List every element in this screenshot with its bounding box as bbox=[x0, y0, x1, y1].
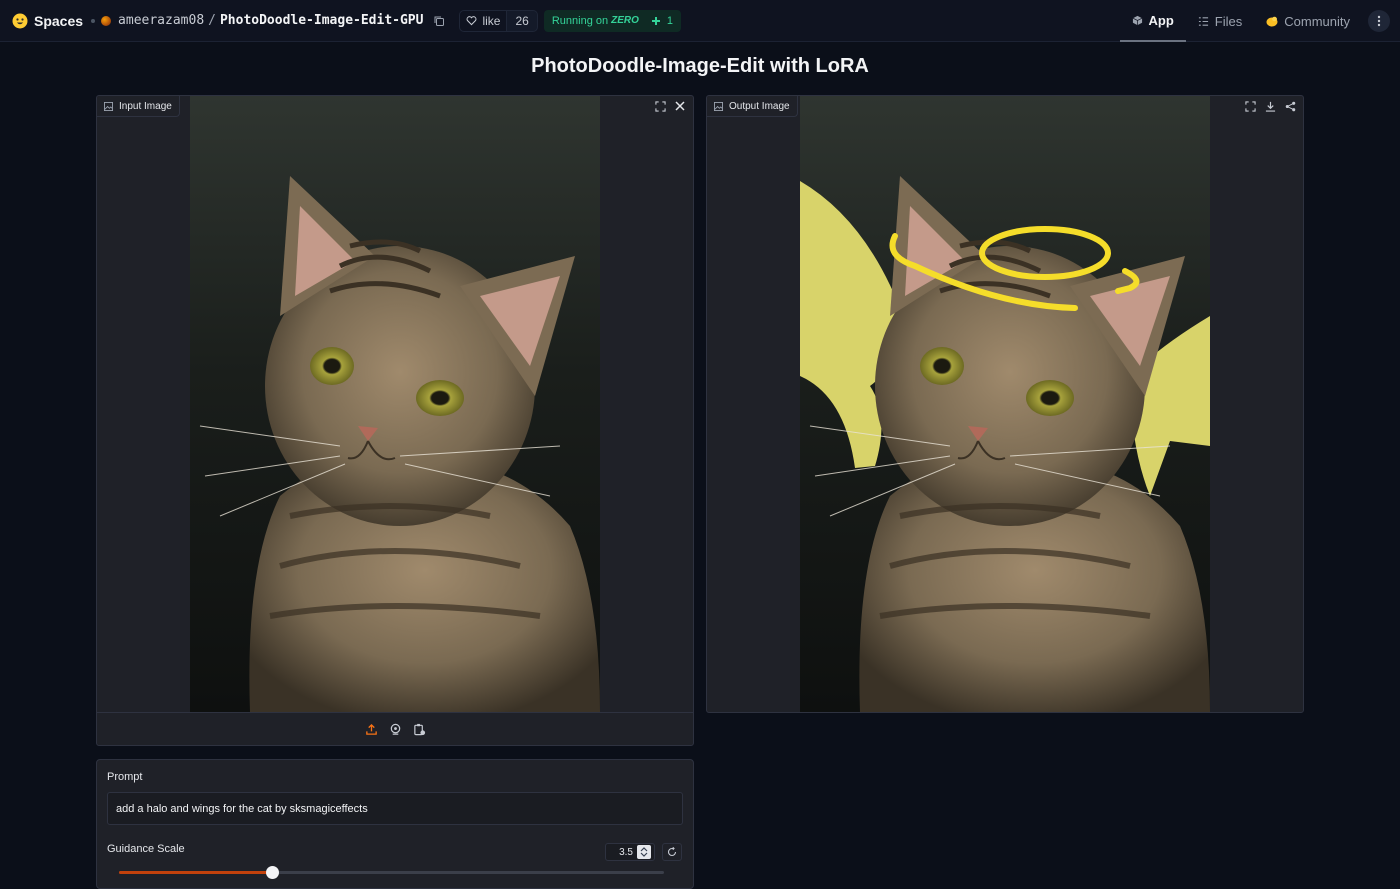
image-source-bar bbox=[97, 712, 693, 745]
tab-community-label: Community bbox=[1284, 13, 1350, 29]
tab-app[interactable]: App bbox=[1119, 0, 1186, 42]
huggingface-logo-icon bbox=[12, 13, 28, 28]
download-icon bbox=[1265, 101, 1275, 112]
clipboard-icon bbox=[413, 723, 425, 735]
fullscreen-button[interactable] bbox=[653, 99, 667, 113]
stepper-arrows-icon[interactable] bbox=[637, 845, 651, 859]
status-count: 1 bbox=[666, 14, 674, 27]
copy-icon[interactable] bbox=[433, 15, 445, 27]
repo-name-link[interactable]: PhotoDoodle-Image-Edit-GPU bbox=[220, 13, 424, 28]
separator-dot bbox=[91, 18, 96, 23]
prompt-label: Prompt bbox=[107, 771, 143, 783]
spaces-label: Spaces bbox=[34, 12, 84, 29]
like-button[interactable]: like bbox=[459, 9, 508, 32]
community-icon bbox=[1266, 16, 1278, 26]
share-icon bbox=[1285, 101, 1295, 111]
tab-app-label: App bbox=[1148, 12, 1174, 28]
cat-photo-edited bbox=[800, 176, 1210, 712]
repo-slash: / bbox=[208, 13, 216, 28]
download-button[interactable] bbox=[1263, 99, 1277, 113]
status-hardware-text: ZERO bbox=[611, 15, 639, 26]
cat-photo bbox=[199, 176, 600, 712]
files-list-icon bbox=[1198, 16, 1208, 26]
input-image-label-text: Input Image bbox=[119, 100, 172, 112]
plus-icon bbox=[651, 16, 660, 25]
fullscreen-icon bbox=[1244, 100, 1256, 112]
like-label: like bbox=[482, 13, 501, 28]
like-count[interactable]: 26 bbox=[507, 9, 538, 32]
upload-button[interactable] bbox=[364, 722, 378, 736]
guidance-scale-slider[interactable] bbox=[119, 866, 664, 879]
close-icon bbox=[675, 101, 685, 111]
status-running-text: Running on bbox=[551, 14, 609, 27]
guidance-scale-label: Guidance Scale bbox=[107, 843, 185, 855]
slider-thumb[interactable] bbox=[265, 866, 279, 879]
output-panel-tools bbox=[1243, 99, 1297, 113]
fullscreen-icon bbox=[654, 100, 666, 112]
clear-image-button[interactable] bbox=[673, 99, 687, 113]
page-title: PhotoDoodle-Image-Edit with LoRA bbox=[531, 55, 869, 77]
paste-button[interactable] bbox=[412, 722, 426, 736]
more-menu-button[interactable] bbox=[1368, 10, 1390, 32]
slider-fill bbox=[119, 871, 272, 874]
space-nav: App Files Community bbox=[1119, 0, 1400, 42]
image-icon bbox=[104, 101, 113, 111]
more-vertical-icon bbox=[1377, 15, 1381, 27]
status-badge[interactable]: Running on ZERO 1 bbox=[543, 9, 682, 32]
tab-files-label: Files bbox=[1214, 13, 1243, 29]
guidance-scale-number[interactable]: 3.5 bbox=[605, 843, 655, 861]
output-image-label: Output Image bbox=[707, 96, 798, 117]
image-icon bbox=[714, 101, 723, 111]
output-image bbox=[800, 96, 1210, 712]
tab-community[interactable]: Community bbox=[1254, 0, 1362, 42]
tab-files[interactable]: Files bbox=[1186, 0, 1254, 42]
owner-avatar bbox=[101, 15, 112, 26]
prompt-input[interactable] bbox=[107, 792, 683, 825]
share-button[interactable] bbox=[1283, 99, 1297, 113]
spaces-link[interactable]: Spaces bbox=[12, 13, 83, 29]
input-panel-tools bbox=[653, 99, 687, 113]
input-image bbox=[190, 96, 600, 712]
fullscreen-button[interactable] bbox=[1243, 99, 1257, 113]
settings-card: Prompt Guidance Scale 3.5 bbox=[96, 759, 694, 889]
updown-icon bbox=[640, 847, 648, 857]
webcam-icon bbox=[390, 723, 400, 735]
output-image-panel: Output Image bbox=[706, 95, 1304, 713]
repo-owner-link[interactable]: ameerazam08 bbox=[118, 13, 204, 28]
guidance-scale-value: 3.5 bbox=[619, 846, 633, 858]
repo-path: ameerazam08 / PhotoDoodle-Image-Edit-GPU bbox=[101, 13, 445, 28]
output-image-label-text: Output Image bbox=[729, 100, 790, 112]
reset-button[interactable] bbox=[662, 843, 682, 861]
upload-icon bbox=[365, 723, 377, 735]
input-image-label: Input Image bbox=[97, 96, 180, 117]
input-image-panel: Input Image bbox=[96, 95, 694, 746]
webcam-button[interactable] bbox=[388, 722, 402, 736]
heart-icon bbox=[467, 16, 477, 26]
top-bar: Spaces ameerazam08 / PhotoDoodle-Image-E… bbox=[0, 0, 1400, 42]
app-cube-icon bbox=[1132, 15, 1142, 25]
reset-icon bbox=[667, 847, 677, 857]
